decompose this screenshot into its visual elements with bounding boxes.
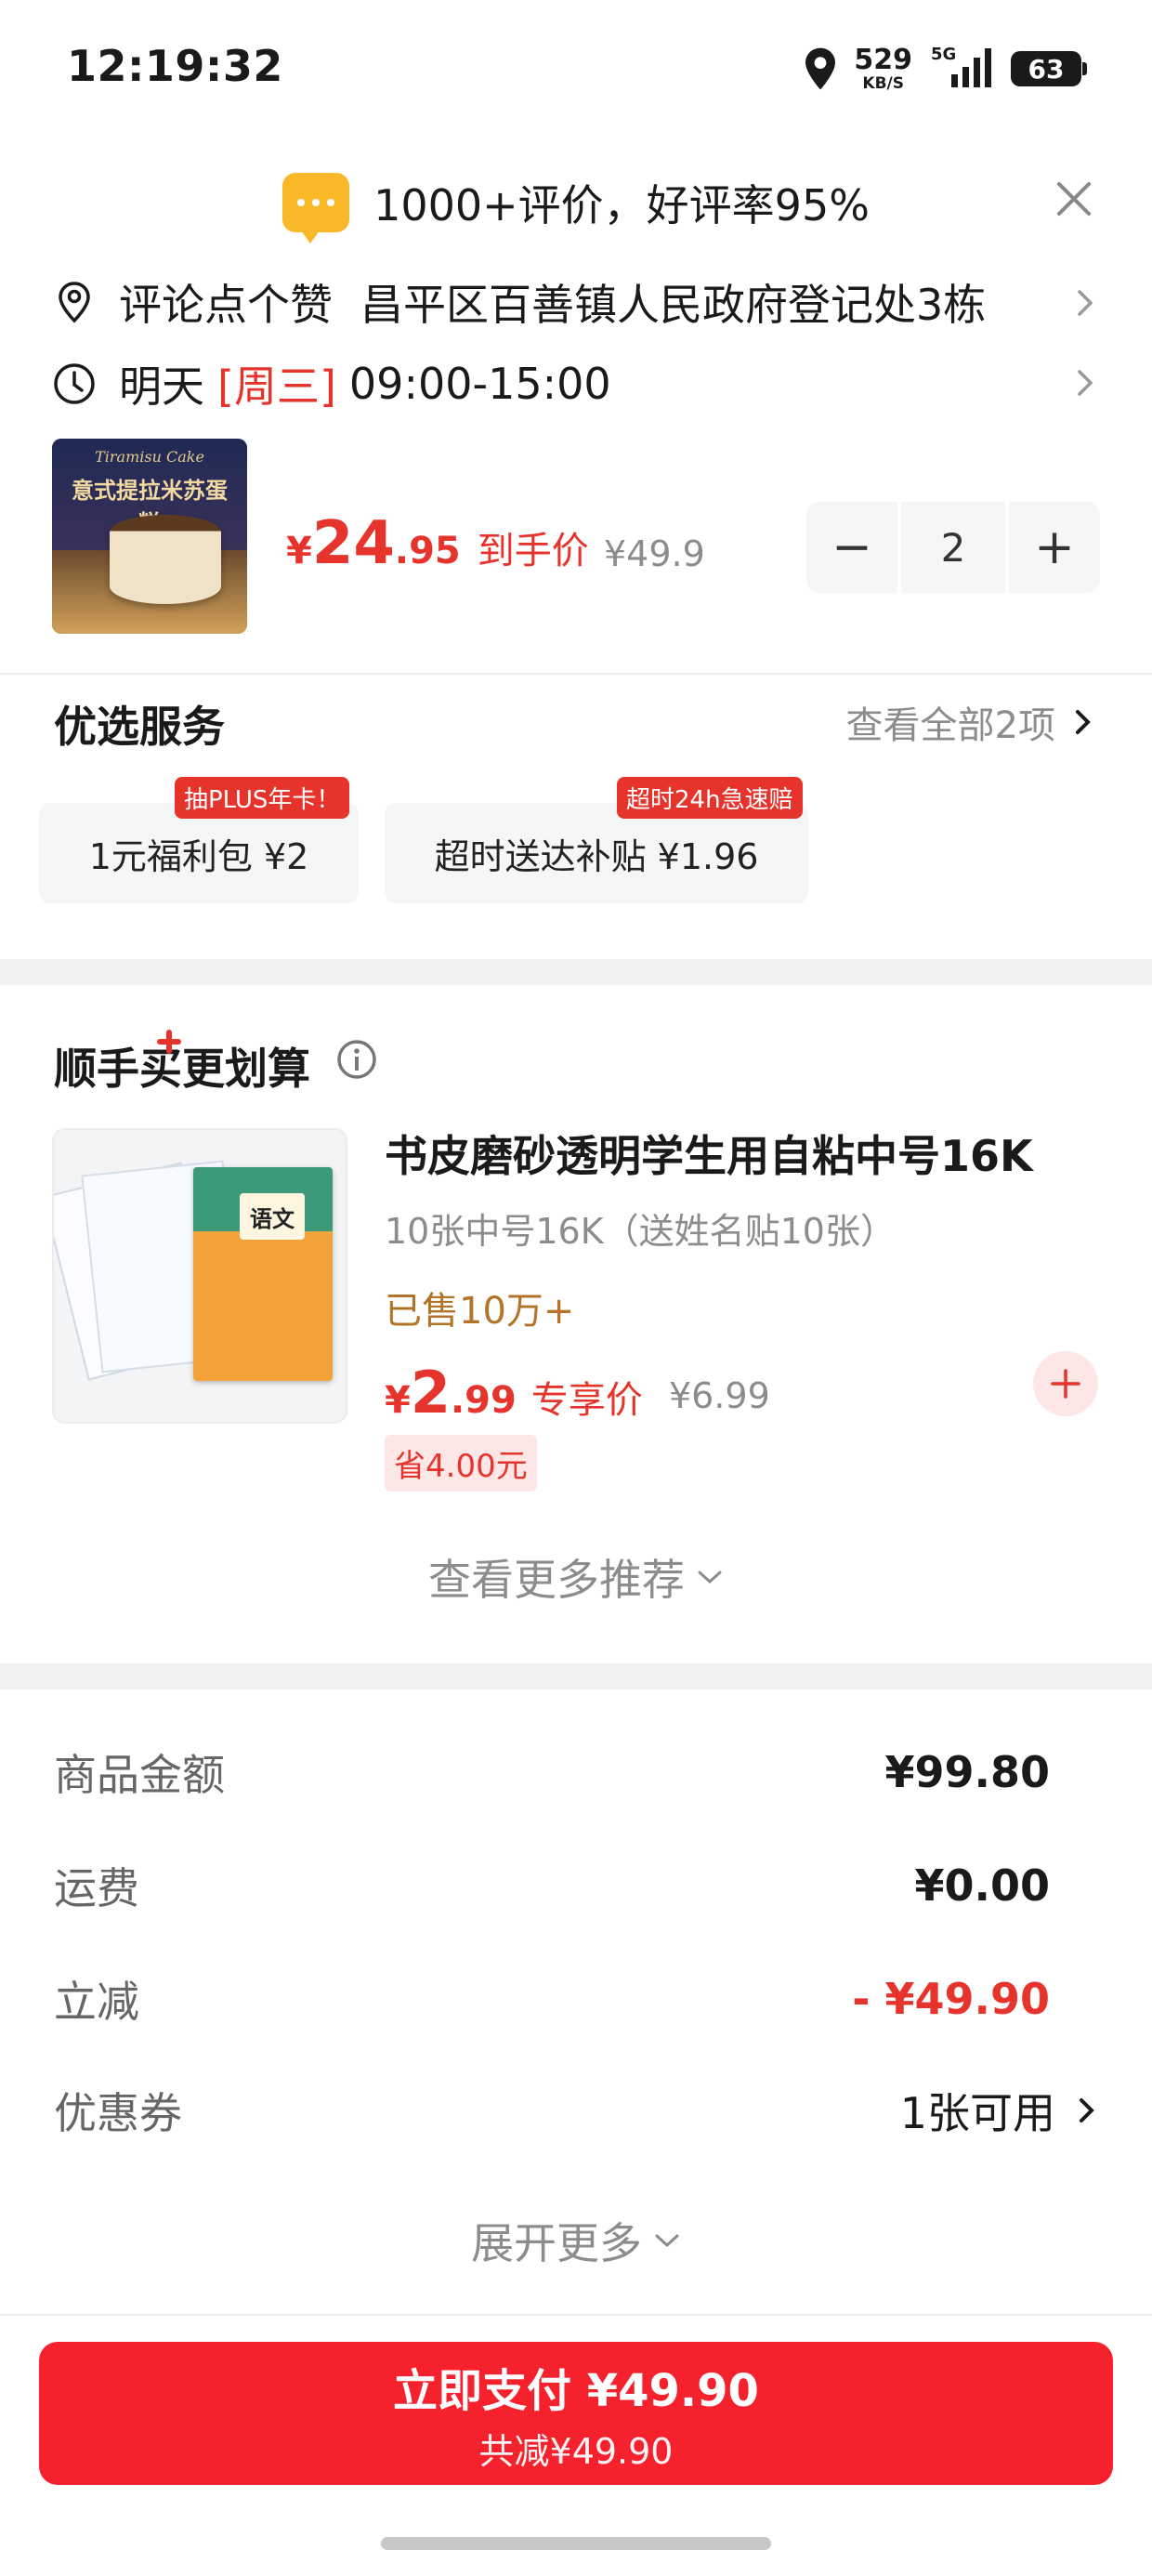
clock-icon [54, 363, 95, 404]
summary-value: ¥0.00 [914, 1860, 1050, 1911]
service-tag: 超时24h急速赔 [617, 777, 803, 819]
plus-badge-icon [157, 1030, 181, 1054]
original-price: ¥49.9 [604, 533, 705, 574]
section-separator [0, 1663, 1152, 1689]
summary-label: 优惠券 [54, 2088, 182, 2138]
signal-5g-icon: 5G [927, 45, 996, 91]
add-to-cart-button[interactable] [1033, 1351, 1098, 1416]
plus-icon [1051, 1369, 1080, 1399]
product-price: ¥24.95 到手价 [286, 509, 589, 578]
see-all-label: 查看全部2项 [845, 704, 1055, 747]
see-more-label: 查看更多推荐 [428, 1555, 685, 1605]
quantity-value[interactable]: 2 [897, 502, 1009, 593]
service-label: 1元福利包 ¥2 [88, 835, 309, 877]
product-image-subtitle: Tiramisu Cake [95, 448, 204, 466]
delivery-chevron-right-icon[interactable] [1072, 364, 1100, 401]
speed-value: 529 [854, 43, 912, 76]
review-text: 1000+评价，好评率95% [373, 180, 870, 230]
cross-sell-price: ¥2.99 专享价 [385, 1359, 643, 1426]
summary-label: 商品金额 [54, 1750, 225, 1800]
coupon-value: 1张可用 [899, 2088, 1055, 2138]
summary-row-goods-amount: 商品金额 ¥99.80 [54, 1741, 1050, 1803]
product-image[interactable]: Tiramisu Cake 意式提拉米苏蛋糕 [52, 439, 247, 634]
quantity-plus-button[interactable]: + [1009, 502, 1100, 593]
address-text: 昌平区百善镇人民政府登记处3栋 [360, 280, 987, 330]
divider [0, 2314, 1152, 2316]
quantity-stepper[interactable]: − 2 + [806, 502, 1100, 593]
address-chevron-right-icon[interactable] [1072, 284, 1100, 322]
expand-more[interactable]: 展开更多 [0, 2210, 1152, 2271]
textbook-label: 语文 [240, 1193, 305, 1240]
services-see-all[interactable]: 查看全部2项 [846, 695, 1093, 749]
textbook-cover: 语文 [193, 1167, 333, 1381]
price-decimal: .95 [394, 530, 461, 572]
delivery-row[interactable]: 明天 [周三] 09:00-15:00 [50, 351, 1100, 416]
summary-row-discount: 立减 - ¥49.90 [54, 1968, 1050, 2030]
speed-unit: KB/S [862, 73, 904, 93]
summary-label: 运费 [54, 1863, 139, 1913]
cross-sell-sold: 已售10万+ [385, 1290, 575, 1333]
summary-label: 立减 [54, 1977, 139, 2027]
cross-sell-original-price: ¥6.99 [669, 1375, 770, 1416]
cake-shape [110, 515, 221, 604]
pay-main-label: 立即支付 ¥49.90 [393, 2364, 759, 2417]
see-more-recommendations[interactable]: 查看更多推荐 [0, 1546, 1152, 1608]
address-row[interactable]: 评论点个赞 昌平区百善镇人民政府登记处3栋 [50, 269, 1100, 335]
cross-sell-image[interactable]: 语文 [52, 1128, 347, 1424]
cs-price-currency: ¥ [385, 1379, 411, 1422]
network-speed: 529 KB/S [854, 46, 912, 92]
chevron-down-icon [655, 2234, 679, 2248]
service-tag: 抽PLUS年卡！ [175, 777, 350, 819]
cs-price-integer: 2 [410, 1359, 451, 1426]
price-label: 到手价 [477, 530, 589, 572]
price-currency: ¥ [286, 530, 312, 572]
pay-now-button[interactable]: 立即支付 ¥49.90 共减¥49.90 [39, 2342, 1113, 2485]
cs-price-decimal: .99 [450, 1379, 517, 1422]
divider [0, 673, 1152, 675]
chevron-down-icon [698, 1571, 722, 1584]
see-all-chevron-icon [1076, 710, 1091, 734]
cross-sell-subtitle: 10张中号16K（送姓名贴10张） [385, 1211, 896, 1252]
section-separator [0, 959, 1152, 985]
review-banner: 1000+评价，好评率95% [0, 164, 1152, 243]
coupon-chevron-icon [1080, 2098, 1094, 2123]
battery-icon: 63 [1011, 51, 1087, 86]
address-label: 评论点个赞 [119, 280, 333, 330]
location-icon [59, 282, 90, 323]
status-icons: 529 KB/S 5G 63 [802, 41, 1087, 97]
summary-row-coupon[interactable]: 优惠券 1张可用 [54, 2080, 1096, 2141]
cross-sell-name[interactable]: 书皮磨砂透明学生用自粘中号16K [385, 1123, 1033, 1184]
service-label: 超时送达补贴 ¥1.96 [434, 835, 759, 877]
chat-bubble-icon [282, 173, 350, 243]
summary-row-shipping: 运费 ¥0.00 [54, 1855, 1050, 1916]
pay-sub-label: 共减¥49.90 [478, 2430, 674, 2472]
status-time: 12:19:32 [67, 41, 283, 91]
services-title: 优选服务 [54, 702, 225, 752]
location-pin-icon [805, 47, 836, 90]
close-icon[interactable] [1050, 175, 1098, 223]
delivery-weekday: [周三] [217, 361, 336, 412]
summary-value: - ¥49.90 [852, 1974, 1050, 2024]
info-icon[interactable] [334, 1037, 379, 1082]
delivery-time: 09:00-15:00 [348, 359, 611, 409]
quantity-minus-button[interactable]: − [806, 502, 897, 593]
delivery-day: 明天 [119, 361, 204, 412]
price-integer: 24 [311, 509, 395, 578]
expand-more-label: 展开更多 [471, 2218, 642, 2268]
home-indicator[interactable] [381, 2537, 771, 2550]
summary-value: ¥99.80 [884, 1747, 1050, 1797]
cross-sell-save-badge: 省4.00元 [385, 1435, 537, 1492]
cs-price-label: 专享价 [530, 1379, 643, 1422]
